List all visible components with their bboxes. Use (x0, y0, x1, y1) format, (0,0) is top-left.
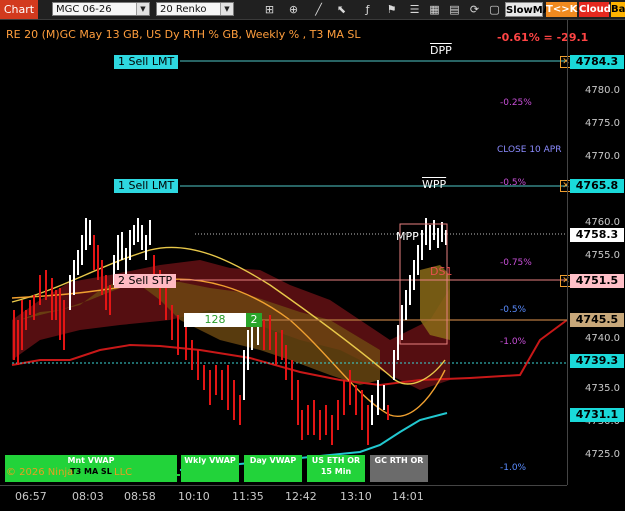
copyright-text: © 2026 Ninja (6, 467, 74, 478)
day-vwap-button[interactable]: Day VWAP (244, 455, 302, 482)
bar-type-selector[interactable]: 20 Renko ▼ (156, 2, 234, 16)
price-tick: 4775.0 (585, 118, 620, 129)
time-tick: 14:01 (392, 490, 424, 503)
vwap-button-label: Mnt VWAP (67, 456, 115, 465)
strategies-icon[interactable]: ⚑ (384, 2, 399, 17)
price-tag: 4751.5 (570, 274, 624, 288)
slow-ma-toggle[interactable]: SlowMA (505, 2, 550, 17)
sell-stop-order[interactable]: 2 Sell STP (114, 274, 177, 288)
position-side[interactable]: 2 (246, 313, 262, 327)
tk-toggle[interactable]: T<>K (546, 2, 577, 17)
pct-label: -1.0% (500, 463, 527, 473)
workspace-icon[interactable]: ▢ (487, 2, 502, 17)
close-level-label: CLOSE 10 APR (497, 145, 562, 155)
bar-toggle[interactable]: Bar (611, 2, 625, 17)
us-eth-or-button[interactable]: US ETH OR 15 Min (307, 455, 365, 482)
last-price-tag: 4758.3 (570, 228, 624, 242)
sell-limit-order-2[interactable]: 1 Sell LMT (114, 179, 179, 193)
price-tick: 4780.0 (585, 85, 620, 96)
ds1-label: DS1 (430, 265, 453, 278)
position-quantity[interactable]: 128 (184, 313, 246, 327)
chart-tab[interactable]: Chart (0, 0, 38, 19)
wpp-label: WPP (422, 178, 447, 191)
dom-icon[interactable]: ▦ (427, 2, 442, 17)
pct-label: -0.5% (500, 178, 527, 188)
pct-label: -1.0% (500, 337, 527, 347)
bar-type-value: 20 Renko (160, 4, 207, 15)
pct-label: -0.5% (500, 305, 527, 315)
time-tick: 11:35 (232, 490, 264, 503)
dpp-label: DPP (430, 44, 452, 57)
time-tick: 12:42 (285, 490, 317, 503)
crosshair-icon[interactable]: ⊞ (262, 2, 277, 17)
chart-toolbar: Chart MGC 06-26 ▼ 20 Renko ▼ ⊞ ⊕ ╱ ⬉ ƒ ⚑… (0, 0, 625, 20)
chart-title: RE 20 (M)GC May 13 GB, US Dy RTH % GB, W… (6, 28, 361, 41)
price-tick: 4760.0 (585, 217, 620, 228)
price-tag: 4731.1 (570, 408, 624, 422)
cursor-icon[interactable]: ⬉ (334, 2, 349, 17)
pct-label: -0.75% (500, 258, 532, 268)
pct-label: -0.25% (500, 98, 532, 108)
t3-ma-label: T3 MA SL (70, 467, 112, 476)
price-tick: 4735.0 (585, 383, 620, 394)
price-tag: 4745.5 (570, 313, 624, 327)
price-tick: 4770.0 (585, 151, 620, 162)
template-icon[interactable]: ▤ (447, 2, 462, 17)
time-tick: 08:03 (72, 490, 104, 503)
time-tick: 10:10 (178, 490, 210, 503)
cloud-toggle[interactable]: Cloud (579, 2, 611, 17)
instrument-selector[interactable]: MGC 06-26 ▼ (52, 2, 150, 16)
properties-icon[interactable]: ☰ (407, 2, 422, 17)
draw-line-icon[interactable]: ╱ (311, 2, 326, 17)
time-tick: 06:57 (15, 490, 47, 503)
mpp-label: MPP (396, 230, 419, 243)
price-tick: 4725.0 (585, 449, 620, 460)
copyright-tail: LLC (114, 467, 133, 478)
price-tag: 4765.8 (570, 179, 624, 193)
indicators-icon[interactable]: ƒ (360, 2, 375, 17)
refresh-icon[interactable]: ⟳ (467, 2, 482, 17)
chevron-down-icon[interactable]: ▼ (220, 3, 233, 15)
price-tick: 4755.0 (585, 250, 620, 261)
weekly-vwap-button[interactable]: Wkly VWAP (181, 455, 239, 482)
gc-rth-or-button[interactable]: GC RTH OR (370, 455, 428, 482)
price-tick: 4740.0 (585, 333, 620, 344)
sell-limit-order-1[interactable]: 1 Sell LMT (114, 55, 179, 69)
price-tag: 4784.3 (570, 55, 624, 69)
time-tick: 13:10 (340, 490, 372, 503)
price-tag: 4739.3 (570, 354, 624, 368)
zoom-in-icon[interactable]: ⊕ (286, 2, 301, 17)
instrument-value: MGC 06-26 (56, 4, 112, 15)
time-tick: 08:58 (124, 490, 156, 503)
chevron-down-icon[interactable]: ▼ (136, 3, 149, 15)
